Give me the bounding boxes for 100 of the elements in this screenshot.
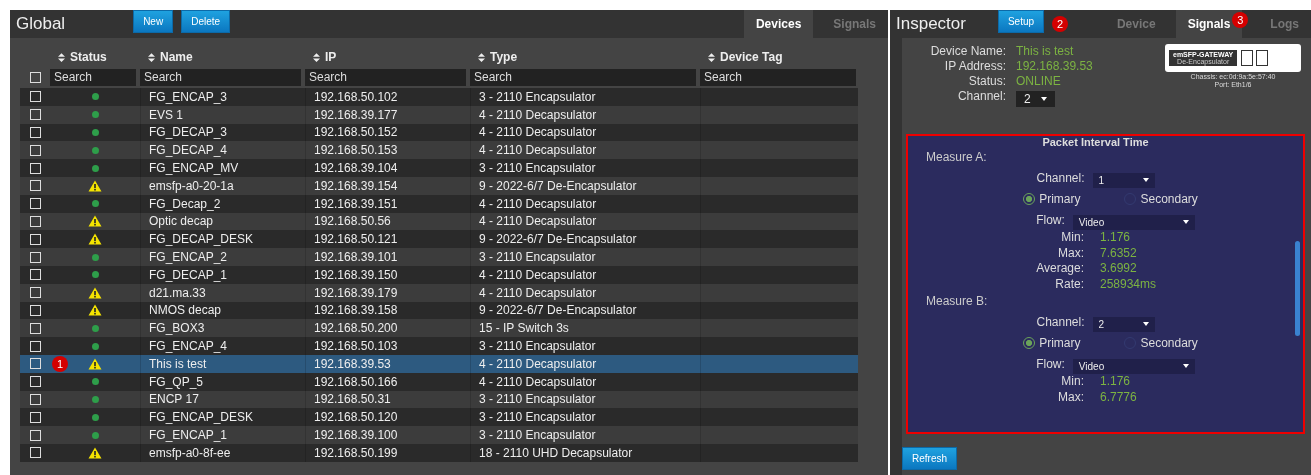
row-checkbox[interactable] — [29, 215, 41, 227]
status-dot-icon — [91, 324, 99, 332]
table-cell: 3 - 2110 Encapsulator — [470, 88, 700, 106]
column-title: IP — [325, 50, 337, 64]
column-title: Name — [160, 50, 193, 64]
table-row[interactable]: FG_DECAP_DESK 192.168.50.121 9 - 2022-6/7 De-Encapsulator — [20, 230, 858, 249]
row-checkbox[interactable] — [29, 269, 41, 281]
row-checkbox[interactable] — [29, 376, 41, 388]
table-cell: 192.168.39.154 — [305, 177, 470, 195]
table-row[interactable]: FG_ENCAP_MV 192.168.39.104 3 - 2110 Encapsulator — [20, 159, 858, 177]
radio-label: Secondary — [1140, 192, 1198, 206]
flow-select[interactable]: Video — [1072, 358, 1195, 374]
table-row[interactable]: FG_ENCAP_2 192.168.39.101 3 - 2110 Encapsulator — [20, 248, 858, 266]
row-checkbox[interactable] — [29, 198, 41, 210]
row-checkbox[interactable] — [29, 429, 41, 441]
number-badge: 1 — [52, 355, 68, 372]
row-checkbox[interactable] — [29, 251, 41, 263]
number-badge: 2 — [1052, 16, 1069, 32]
stat-label: Average: — [1035, 261, 1084, 277]
table-cell: 192.168.50.102 — [305, 88, 470, 106]
table-cell: 4 - 2110 Decapsulator — [470, 372, 700, 391]
radio-icon[interactable] — [1023, 193, 1036, 205]
sort-icon[interactable] — [58, 52, 65, 62]
table-cell: 3 - 2110 Encapsulator — [470, 337, 700, 355]
column-header[interactable]: IP — [305, 50, 470, 64]
sort-icon[interactable] — [708, 52, 715, 62]
row-checkbox[interactable] — [29, 322, 41, 334]
row-checkbox[interactable] — [29, 91, 41, 103]
sort-icon[interactable] — [148, 52, 155, 62]
table-cell: FG_QP_5 — [140, 372, 305, 391]
column-header[interactable]: Type — [470, 50, 700, 64]
radio-option[interactable]: Secondary — [1124, 192, 1198, 206]
field-value: This is test — [1016, 44, 1075, 58]
table-row[interactable]: FG_ENCAP_1 192.168.39.100 3 - 2110 Encapsulator — [20, 426, 858, 444]
field-value: 192.168.39.53 — [1016, 59, 1093, 73]
scrollbar[interactable] — [1295, 241, 1300, 336]
refresh-button[interactable]: Refresh — [902, 447, 957, 470]
status-dot-icon — [91, 200, 99, 208]
stat-value: 3.6992 — [1100, 261, 1138, 277]
table-cell: emsfp-a0-8f-ee — [140, 443, 305, 462]
row-checkbox[interactable] — [29, 127, 41, 138]
table-cell: 4 - 2110 Decapsulator — [470, 265, 700, 284]
sort-icon[interactable] — [313, 52, 320, 62]
table-cell: FG_ENCAP_3 — [140, 88, 305, 106]
channel-select[interactable]: 2 — [1092, 316, 1155, 332]
column-header[interactable]: Status — [50, 50, 140, 64]
setup-button[interactable]: Setup — [997, 10, 1045, 33]
table-cell: FG_ENCAP_4 — [140, 337, 305, 355]
search-field[interactable]: Search — [305, 68, 466, 86]
table-cell: 3 - 2110 Encapsulator — [470, 426, 700, 444]
status-dot-icon — [91, 93, 99, 101]
search-field[interactable]: Search — [50, 68, 136, 86]
caret-icon — [1182, 364, 1189, 368]
field-label: Channel: — [1036, 315, 1085, 329]
row-checkbox[interactable] — [29, 358, 41, 370]
table-row[interactable]: FG_DECAP_4 192.168.50.153 4 - 2110 Decapsulator — [20, 141, 858, 160]
row-checkbox[interactable] — [29, 393, 41, 405]
row-checkbox[interactable] — [29, 109, 41, 121]
row-checkbox[interactable] — [29, 304, 41, 316]
column-header[interactable]: Device Tag — [700, 50, 860, 64]
channel-select[interactable]: 1 — [1092, 172, 1155, 188]
select-all-checkbox[interactable] — [29, 71, 41, 83]
flow-select[interactable]: Video — [1072, 214, 1195, 230]
tab[interactable]: Devices — [743, 10, 814, 38]
row-checkbox[interactable] — [29, 287, 41, 299]
warning-icon — [88, 215, 102, 228]
table-row[interactable]: FG_ENCAP_3 192.168.50.102 3 - 2110 Encapsulator — [20, 88, 858, 106]
row-checkbox[interactable] — [29, 340, 41, 352]
table-row[interactable]: FG_BOX3 192.168.50.200 15 - IP Switch 3s — [20, 319, 858, 338]
table-cell: EVS 1 — [140, 105, 305, 124]
row-checkbox[interactable] — [29, 162, 41, 174]
sort-icon[interactable] — [478, 52, 485, 62]
table-row[interactable]: FG_ENCAP_DESK 192.168.50.120 3 - 2110 Encapsulator — [20, 408, 858, 427]
table-cell: 192.168.39.150 — [305, 265, 470, 284]
search-field[interactable]: Search — [140, 68, 301, 86]
radio-icon[interactable] — [1023, 337, 1036, 349]
row-checkbox[interactable] — [29, 233, 41, 245]
radio-option[interactable]: Secondary — [1124, 336, 1198, 350]
status-dot-icon — [91, 271, 99, 279]
row-checkbox[interactable] — [29, 180, 41, 192]
search-field[interactable]: Search — [700, 68, 856, 86]
radio-option[interactable]: Primary — [1023, 192, 1081, 206]
channel-select[interactable]: 2 — [1016, 91, 1055, 107]
table-row[interactable]: FG_ENCAP_4 192.168.50.103 3 - 2110 Encapsulator — [20, 337, 858, 355]
toolbar-button[interactable]: New — [133, 10, 174, 33]
toolbar-button[interactable]: Delete — [181, 10, 231, 33]
table-cell: FG_ENCAP_MV — [140, 159, 305, 177]
table-cell: 4 - 2110 Decapsulator — [470, 105, 700, 124]
table-cell: 192.168.39.104 — [305, 159, 470, 177]
column-header[interactable]: Name — [140, 50, 305, 64]
stat-value: 7.6352 — [1100, 245, 1138, 261]
search-field[interactable]: Search — [470, 68, 696, 86]
row-checkbox[interactable] — [29, 411, 41, 423]
table-cell: FG_Decap_2 — [140, 194, 305, 213]
row-checkbox[interactable] — [29, 447, 41, 459]
caret-icon — [1142, 322, 1149, 326]
row-checkbox[interactable] — [29, 144, 41, 156]
measure-label: Measure B: — [925, 294, 989, 310]
status-dot-icon — [91, 413, 99, 421]
radio-option[interactable]: Primary — [1023, 336, 1081, 350]
